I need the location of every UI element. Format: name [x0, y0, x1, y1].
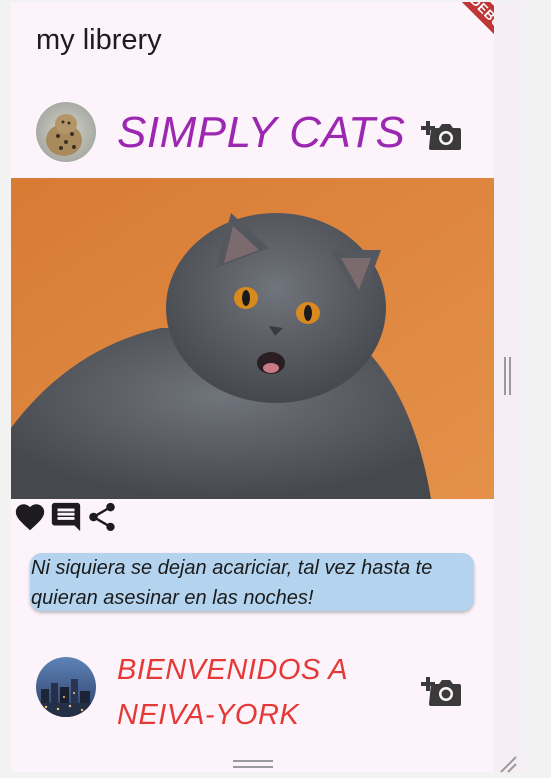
bottom-resize-handle[interactable] [233, 760, 273, 770]
add-a-photo-icon[interactable] [421, 114, 461, 154]
favorite-icon[interactable] [13, 500, 47, 534]
corner-resize-icon[interactable] [497, 753, 517, 773]
cat-photo [11, 178, 494, 499]
debug-banner: DEBUG [436, 2, 494, 70]
app-window: my librery DEBUG SIMPLY CATS Ni siquiera… [11, 2, 494, 772]
post-title: SIMPLY CATS [117, 108, 406, 157]
post-title-line-1: BIENVENIDOS A [117, 654, 349, 686]
post-title-line-2: NEIVA-YORK [117, 699, 300, 731]
post-caption: Ni siquiera se dejan acariciar, tal vez … [30, 553, 474, 611]
app-title: my librery [36, 24, 162, 56]
share-icon[interactable] [85, 500, 119, 534]
post-title-2: BIENVENIDOS A NEIVA-YORK [117, 648, 348, 738]
add-a-photo-icon[interactable] [421, 670, 461, 710]
vertical-resize-handle[interactable] [504, 357, 512, 395]
comment-icon[interactable] [49, 500, 83, 534]
leopard-avatar[interactable] [36, 102, 96, 162]
city-avatar[interactable] [36, 657, 96, 717]
